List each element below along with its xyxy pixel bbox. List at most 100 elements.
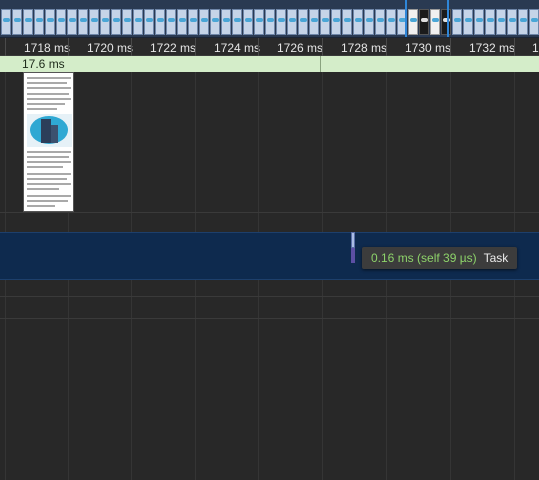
selection-marker[interactable]	[447, 0, 449, 37]
filmstrip-thumbnail[interactable]	[78, 9, 88, 35]
thumbnail-cloud-icon	[58, 18, 65, 22]
filmstrip-thumbnail[interactable]	[419, 9, 429, 35]
filmstrip-thumbnail[interactable]	[430, 9, 440, 35]
filmstrip-thumbnail[interactable]	[276, 9, 286, 35]
filmstrip-thumbnail[interactable]	[320, 9, 330, 35]
thumbnail-cloud-icon	[366, 18, 373, 22]
filmstrip-thumbnail[interactable]	[287, 9, 297, 35]
filmstrip-thumbnail[interactable]	[353, 9, 363, 35]
thumbnail-cloud-icon	[344, 18, 351, 22]
thumbnail-cloud-icon	[25, 18, 32, 22]
preview-text-line	[27, 156, 69, 158]
thumbnail-cloud-icon	[190, 18, 197, 22]
screenshot-thumbnail[interactable]	[23, 72, 74, 212]
filmstrip-thumbnail[interactable]	[474, 9, 484, 35]
ruler-tick	[5, 38, 6, 56]
filmstrip-thumbnail[interactable]	[188, 9, 198, 35]
preview-text-line	[27, 77, 71, 79]
preview-text-line	[27, 151, 71, 153]
tick-label: 1722 ms	[150, 41, 197, 55]
filmstrip-thumbnail[interactable]	[452, 9, 462, 35]
event-tooltip: 0.16 ms (self 39 µs) Task	[362, 247, 518, 269]
filmstrip-thumbnail[interactable]	[199, 9, 209, 35]
filmstrip-thumbnail[interactable]	[166, 9, 176, 35]
thumbnail-cloud-icon	[223, 18, 230, 22]
filmstrip-thumbnail[interactable]	[232, 9, 242, 35]
preview-image-building	[51, 125, 58, 143]
filmstrip-thumbnail[interactable]	[23, 9, 33, 35]
filmstrip-thumbnail[interactable]	[144, 9, 154, 35]
filmstrip-thumbnail[interactable]	[364, 9, 374, 35]
thumbnail-cloud-icon	[300, 18, 307, 22]
thumbnail-cloud-icon	[80, 18, 87, 22]
preview-text-line	[27, 166, 63, 168]
tick-label: 1718 ms	[24, 41, 71, 55]
filmstrip-thumbnail[interactable]	[45, 9, 55, 35]
tick-label: 1720 ms	[87, 41, 134, 55]
preview-text-line	[27, 103, 65, 105]
thumbnail-cloud-icon	[69, 18, 76, 22]
filmstrip-thumbnail[interactable]	[496, 9, 506, 35]
filmstrip-thumbnail[interactable]	[221, 9, 231, 35]
filmstrip-thumbnail[interactable]	[12, 9, 22, 35]
ruler-tick	[386, 38, 387, 56]
task-subevent[interactable]	[351, 248, 355, 263]
filmstrip-thumbnail[interactable]	[463, 9, 473, 35]
thumbnail-cloud-icon	[421, 18, 428, 22]
frame-divider	[320, 56, 321, 72]
filmstrip-thumbnail[interactable]	[485, 9, 495, 35]
filmstrip-thumbnail[interactable]	[529, 9, 539, 35]
filmstrip-thumbnail[interactable]	[177, 9, 187, 35]
filmstrip-thumbnail[interactable]	[265, 9, 275, 35]
filmstrip-thumbnail[interactable]	[298, 9, 308, 35]
filmstrip-thumbnail[interactable]	[56, 9, 66, 35]
thumbnail-cloud-icon	[322, 18, 329, 22]
filmstrip-thumbnail[interactable]	[507, 9, 517, 35]
filmstrip-thumbnail[interactable]	[1, 9, 11, 35]
thumbnail-cloud-icon	[278, 18, 285, 22]
filmstrip-thumbnail[interactable]	[441, 9, 451, 35]
filmstrip-thumbnail[interactable]	[89, 9, 99, 35]
thumbnail-cloud-icon	[3, 18, 10, 22]
filmstrip-thumbnail[interactable]	[155, 9, 165, 35]
preview-text-line	[27, 98, 71, 100]
preview-text-line	[27, 82, 67, 84]
thumbnail-cloud-icon	[146, 18, 153, 22]
task-event[interactable]	[351, 232, 355, 248]
filmstrip-thumbnail[interactable]	[386, 9, 396, 35]
thumbnail-cloud-icon	[135, 18, 142, 22]
filmstrip-thumbnail[interactable]	[309, 9, 319, 35]
filmstrip-thumbnail[interactable]	[67, 9, 77, 35]
filmstrip-thumbnail[interactable]	[342, 9, 352, 35]
thumbnail-cloud-icon	[157, 18, 164, 22]
ruler-tick	[258, 38, 259, 56]
filmstrip-thumbnail[interactable]	[210, 9, 220, 35]
filmstrip-thumbnail[interactable]	[408, 9, 418, 35]
filmstrip-thumbnail[interactable]	[254, 9, 264, 35]
filmstrip-thumbnail[interactable]	[122, 9, 132, 35]
selection-marker[interactable]	[405, 0, 407, 37]
filmstrip-thumbnail[interactable]	[243, 9, 253, 35]
thumbnail-cloud-icon	[377, 18, 384, 22]
ruler-tick	[514, 38, 515, 56]
tick-label: 1732 ms	[469, 41, 516, 55]
thumbnail-cloud-icon	[476, 18, 483, 22]
preview-image-building	[41, 119, 51, 143]
thumbnail-cloud-icon	[487, 18, 494, 22]
preview-text-line	[27, 195, 71, 197]
frames-track[interactable]: 17.6 ms	[0, 56, 539, 72]
filmstrip-thumbnail[interactable]	[100, 9, 110, 35]
filmstrip-thumbnail[interactable]	[518, 9, 528, 35]
preview-text-line	[27, 178, 67, 180]
thumbnail-cloud-icon	[333, 18, 340, 22]
filmstrip-thumbnail[interactable]	[111, 9, 121, 35]
thumbnail-cloud-icon	[124, 18, 131, 22]
thumbnail-cloud-icon	[47, 18, 54, 22]
filmstrip-overview[interactable]	[0, 0, 539, 38]
tick-label: 17	[532, 41, 539, 55]
filmstrip-thumbnail[interactable]	[331, 9, 341, 35]
filmstrip-thumbnail[interactable]	[133, 9, 143, 35]
filmstrip-thumbnail[interactable]	[375, 9, 385, 35]
thumbnail-cloud-icon	[91, 18, 98, 22]
filmstrip-thumbnail[interactable]	[34, 9, 44, 35]
